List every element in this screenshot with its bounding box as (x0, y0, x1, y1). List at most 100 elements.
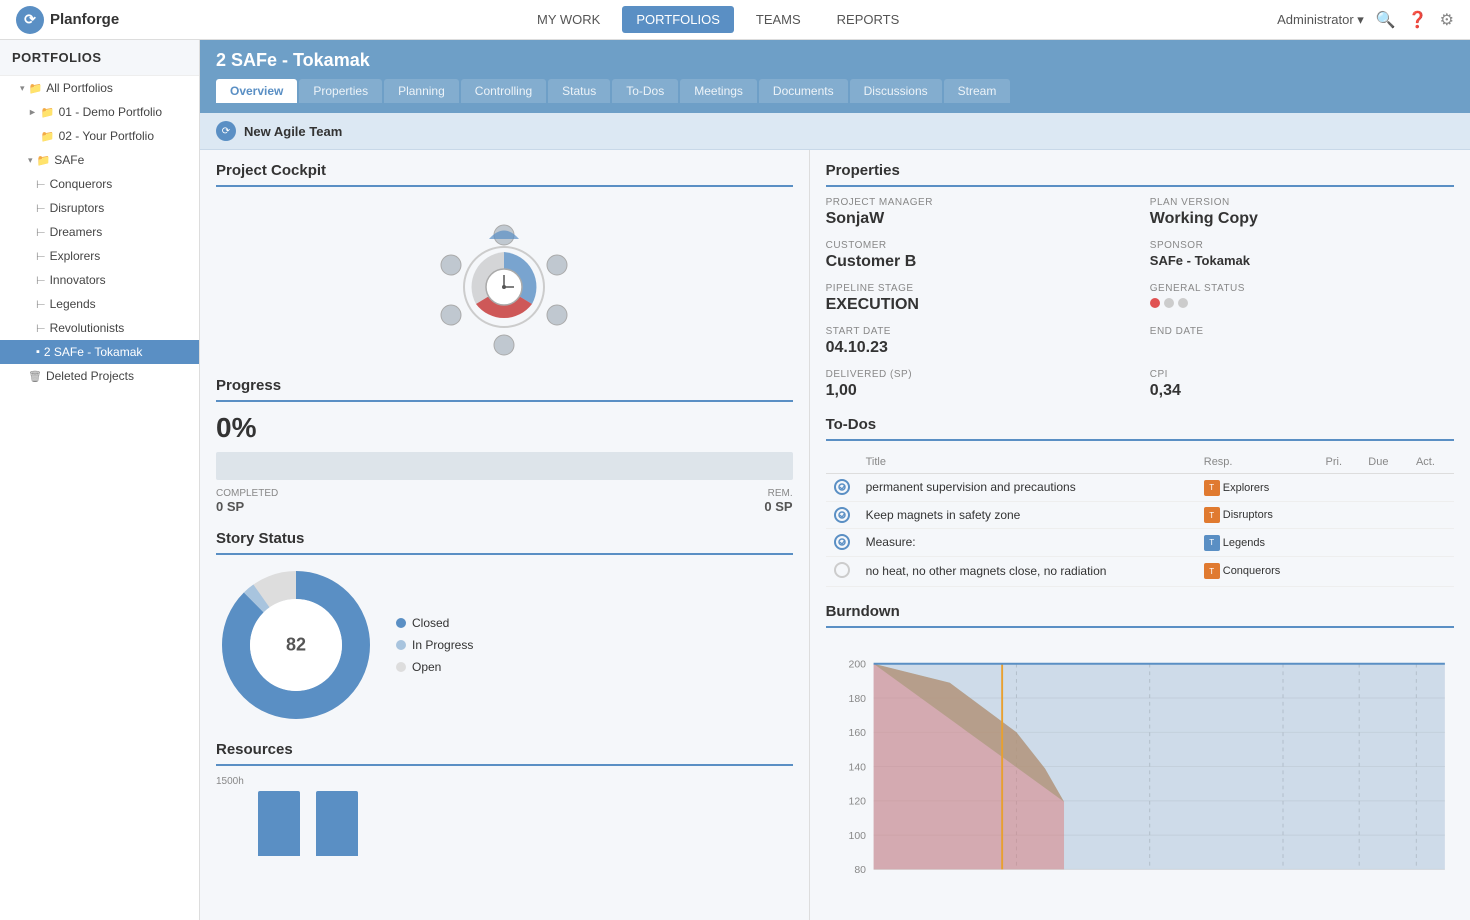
todo-act (1408, 529, 1454, 557)
resp-badge: T Conquerors (1204, 563, 1280, 579)
todo-due (1360, 474, 1408, 502)
nav-portfolios[interactable]: PORTFOLIOS (622, 6, 734, 33)
sidebar-item-safe[interactable]: ▾ 📁 SAFe (0, 148, 199, 172)
project-header: 2 SAFe - Tokamak Overview Properties Pla… (200, 40, 1470, 113)
todo-pri (1318, 529, 1361, 557)
tab-discussions[interactable]: Discussions (850, 79, 942, 103)
todo-circle-icon[interactable] (834, 479, 850, 495)
sidebar-item-your-portfolio[interactable]: ► 📁 02 - Your Portfolio (0, 124, 199, 148)
todo-title: Keep magnets in safety zone (858, 501, 1196, 529)
todo-circle-icon-empty[interactable] (834, 562, 850, 578)
prop-general-status: GENERAL STATUS (1150, 283, 1454, 314)
progress-percent: 0% (216, 412, 793, 444)
todo-pri (1318, 556, 1361, 586)
pipeline-label: PIPELINE STAGE (826, 283, 1130, 294)
cpi-value: 0,34 (1150, 382, 1454, 400)
sd-label: START DATE (826, 326, 1130, 337)
sidebar-label: 2 SAFe - Tokamak (44, 345, 142, 359)
cockpit-diagram (216, 197, 793, 377)
bar-1 (258, 791, 300, 856)
app-name: Planforge (50, 11, 119, 28)
tab-todos[interactable]: To-Dos (612, 79, 678, 103)
sidebar-label: 02 - Your Portfolio (59, 129, 154, 143)
sidebar-item-disruptors[interactable]: ⊢ Disruptors (0, 196, 199, 220)
legend-closed: Closed (396, 616, 473, 630)
todo-act (1408, 501, 1454, 529)
legend-open: Open (396, 660, 473, 674)
sidebar-item-all-portfolios[interactable]: ▾ 📁 All Portfolios (0, 76, 199, 100)
prop-delivered: DELIVERED (SP) 1,00 (826, 369, 1130, 400)
prop-customer: CUSTOMER Customer B (826, 240, 1130, 271)
sidebar-item-explorers[interactable]: ⊢ Explorers (0, 244, 199, 268)
svg-text:180: 180 (848, 693, 866, 704)
sidebar-item-tokamak[interactable]: ▪ 2 SAFe - Tokamak (0, 340, 199, 364)
sidebar-label: Legends (50, 297, 96, 311)
tab-properties[interactable]: Properties (299, 79, 382, 103)
logo-icon: ⟳ (16, 6, 44, 34)
legend-open-dot (396, 662, 406, 672)
svg-text:140: 140 (848, 762, 866, 773)
agile-icon: ⟳ (216, 121, 236, 141)
tab-stream[interactable]: Stream (944, 79, 1011, 103)
status-dot-gray-2 (1178, 298, 1188, 308)
expand-icon: ▾ (20, 83, 25, 94)
sidebar-label: Conquerors (50, 177, 113, 191)
todo-pri (1318, 474, 1361, 502)
sidebar-item-deleted-projects[interactable]: 🗑 Deleted Projects (0, 364, 199, 388)
top-navigation: ⟳ Planforge MY WORK PORTFOLIOS TEAMS REP… (0, 0, 1470, 40)
sidebar: PORTFOLIOS ▾ 📁 All Portfolios ► 📁 01 - D… (0, 40, 200, 920)
tab-controlling[interactable]: Controlling (461, 79, 546, 103)
user-menu[interactable]: Administrator ▾ (1277, 12, 1364, 28)
sidebar-item-legends[interactable]: ⊢ Legends (0, 292, 199, 316)
svg-text:160: 160 (848, 728, 866, 739)
legend-open-label: Open (412, 660, 441, 674)
nav-links: MY WORK PORTFOLIOS TEAMS REPORTS (159, 6, 1277, 33)
todo-circle-icon[interactable] (834, 507, 850, 523)
todo-pri (1318, 501, 1361, 529)
folder-icon: 📁 (29, 82, 43, 95)
svg-text:80: 80 (854, 865, 866, 876)
todo-resp: T Legends (1196, 529, 1318, 557)
cockpit-header: Project Cockpit (216, 162, 793, 187)
sidebar-label: Innovators (50, 273, 106, 287)
prop-project-manager: PROJECT MANAGER SonjaW (826, 197, 1130, 228)
settings-icon[interactable]: ⚙ (1440, 10, 1454, 30)
tab-overview[interactable]: Overview (216, 79, 297, 103)
sidebar-item-demo-portfolio[interactable]: ► 📁 01 - Demo Portfolio (0, 100, 199, 124)
todo-check (826, 501, 858, 529)
sidebar-label: All Portfolios (46, 81, 113, 95)
overview-columns: Project Cockpit (200, 150, 1470, 920)
sidebar-item-innovators[interactable]: ⊢ Innovators (0, 268, 199, 292)
svg-text:100: 100 (848, 830, 866, 841)
nav-reports[interactable]: REPORTS (823, 6, 914, 33)
svg-text:200: 200 (848, 659, 866, 670)
nav-my-work[interactable]: MY WORK (523, 6, 614, 33)
prop-cpi: CPI 0,34 (1150, 369, 1454, 400)
sidebar-item-dreamers[interactable]: ⊢ Dreamers (0, 220, 199, 244)
tab-status[interactable]: Status (548, 79, 610, 103)
resp-badge: T Legends (1204, 535, 1265, 551)
prop-plan-version: PLAN VERSION Working Copy (1150, 197, 1454, 228)
nav-teams[interactable]: TEAMS (742, 6, 815, 33)
burndown-chart: 200 180 160 140 120 100 80 (826, 638, 1454, 920)
main-layout: PORTFOLIOS ▾ 📁 All Portfolios ► 📁 01 - D… (0, 40, 1470, 920)
todo-resp: T Conquerors (1196, 556, 1318, 586)
tab-documents[interactable]: Documents (759, 79, 848, 103)
prop-pipeline: PIPELINE STAGE EXECUTION (826, 283, 1130, 314)
tab-meetings[interactable]: Meetings (680, 79, 757, 103)
help-icon[interactable]: ❓ (1408, 10, 1428, 30)
todo-check (826, 529, 858, 557)
sidebar-item-revolutionists[interactable]: ⊢ Revolutionists (0, 316, 199, 340)
tab-planning[interactable]: Planning (384, 79, 459, 103)
sidebar-item-conquerors[interactable]: ⊢ Conquerors (0, 172, 199, 196)
properties-header: Properties (826, 162, 1454, 187)
remaining-label: REM. (764, 488, 792, 499)
search-icon[interactable]: 🔍 (1376, 10, 1396, 30)
project-icon: ⊢ (36, 298, 46, 311)
project-tabs: Overview Properties Planning Controlling… (216, 79, 1454, 103)
resp-badge: T Explorers (1204, 480, 1269, 496)
todo-circle-icon[interactable] (834, 534, 850, 550)
donut-chart: 82 (216, 565, 376, 725)
story-status-content: 82 Closed In Progress (216, 565, 793, 725)
burndown-svg: 200 180 160 140 120 100 80 (826, 638, 1454, 918)
